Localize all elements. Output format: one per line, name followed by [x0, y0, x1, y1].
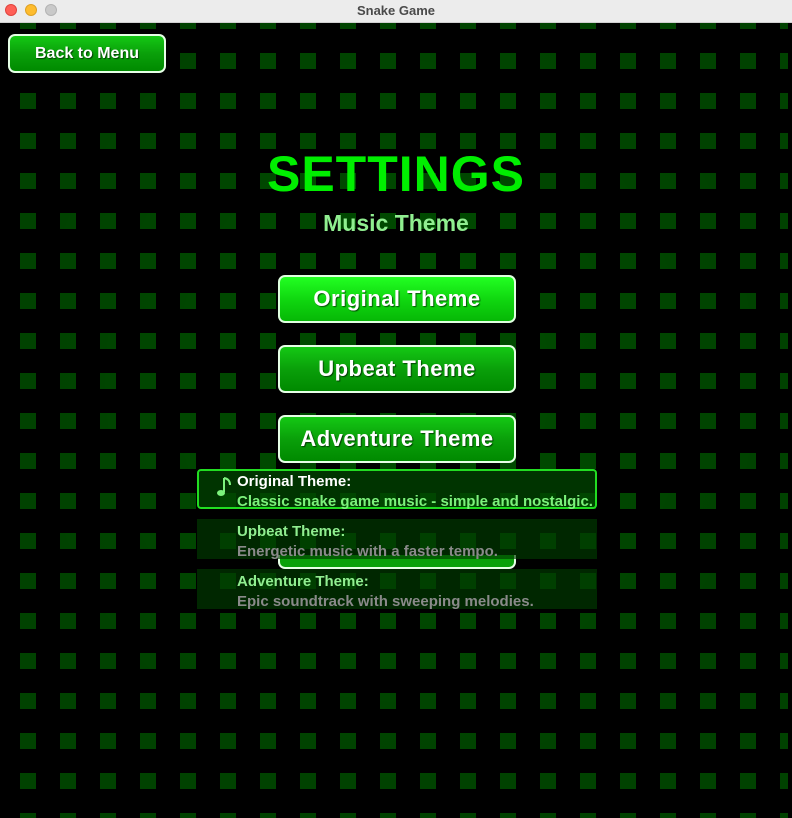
theme-name-adventure: Adventure Theme: — [237, 573, 369, 590]
theme-name-original: Original Theme: — [237, 473, 352, 490]
game-window: Snake Game Back to Menu SETTINGS Music T… — [0, 0, 792, 818]
page-title: SETTINGS — [266, 146, 526, 202]
adventure-theme-button[interactable]: Adventure Theme — [278, 415, 516, 463]
theme-text-upbeat: Energetic music with a faster tempo. — [237, 543, 498, 560]
music-note-icon — [217, 477, 231, 496]
title-bar: Snake Game — [0, 0, 792, 23]
window-title: Snake Game — [356, 3, 436, 18]
theme-text-adventure: Epic soundtrack with sweeping melodies. — [237, 593, 534, 610]
theme-name-upbeat: Upbeat Theme: — [237, 523, 346, 540]
page-subtitle: Music Theme — [323, 210, 469, 236]
theme-text-original: Classic snake game music - simple and no… — [237, 493, 593, 510]
back-to-menu-button[interactable]: Back to Menu — [8, 34, 166, 73]
upbeat-theme-button[interactable]: Upbeat Theme — [278, 345, 516, 393]
original-theme-button[interactable]: Original Theme — [278, 275, 516, 323]
